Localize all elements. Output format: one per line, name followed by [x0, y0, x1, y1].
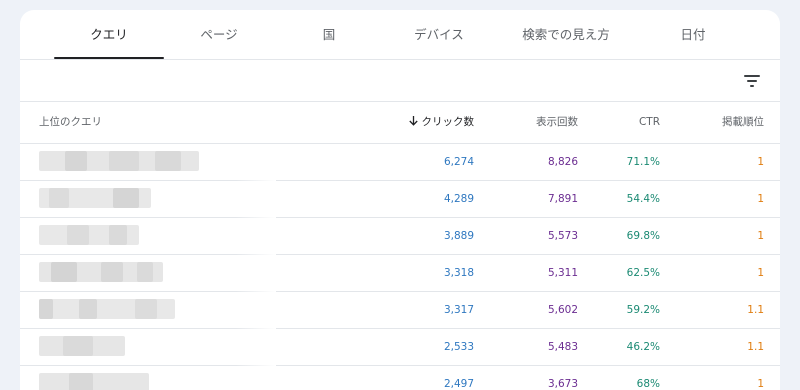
arrow-downward-icon [408, 101, 418, 143]
clicks-value: 4,289 [443, 193, 474, 205]
ctr-value: 69.8% [626, 230, 660, 242]
position-value: 1.1 [747, 341, 764, 353]
impressions-value: 3,673 [547, 378, 578, 390]
table-toolbar [20, 59, 780, 102]
column-header-impressions[interactable]: 表示回数 [490, 101, 578, 143]
position-value: 1 [757, 378, 764, 390]
tab-search-appearance[interactable]: 検索での見え方 [494, 10, 638, 59]
position-value: 1.1 [747, 304, 764, 316]
clicks-value: 3,317 [443, 304, 474, 316]
clicks-value: 2,533 [443, 341, 474, 353]
ctr-value: 71.1% [626, 156, 660, 168]
clicks-value: 6,274 [443, 156, 474, 168]
table-row[interactable]: 3,889 5,573 69.8% 1 [20, 218, 780, 255]
column-header-query[interactable]: 上位のクエリ [39, 101, 239, 143]
impressions-value: 5,483 [547, 341, 578, 353]
table-header-row: 上位のクエリ クリック数 表示回数 CTR 掲載順位 [20, 101, 780, 144]
table-row[interactable]: 3,318 5,311 62.5% 1 [20, 255, 780, 292]
impressions-value: 5,602 [547, 304, 578, 316]
impressions-value: 8,826 [547, 156, 578, 168]
ctr-value: 62.5% [626, 267, 660, 279]
table-row[interactable]: 3,317 5,602 59.2% 1.1 [20, 292, 780, 329]
impressions-value: 5,311 [547, 267, 578, 279]
table-row[interactable]: 2,533 5,483 46.2% 1.1 [20, 329, 780, 366]
column-header-ctr[interactable]: CTR [590, 101, 660, 143]
impressions-value: 5,573 [547, 230, 578, 242]
table-row[interactable]: 2,497 3,673 68% 1 [20, 366, 780, 390]
ctr-value: 54.4% [626, 193, 660, 205]
table-row[interactable]: 4,289 7,891 54.4% 1 [20, 181, 780, 218]
position-value: 1 [757, 267, 764, 279]
clicks-value: 3,889 [443, 230, 474, 242]
ctr-value: 59.2% [626, 304, 660, 316]
tab-pages[interactable]: ページ [164, 10, 274, 59]
clicks-value: 3,318 [443, 267, 474, 279]
tab-devices[interactable]: デバイス [384, 10, 494, 59]
position-value: 1 [757, 193, 764, 205]
tab-dates[interactable]: 日付 [638, 10, 748, 59]
dimension-tabs: クエリ ページ 国 デバイス 検索での見え方 日付 [20, 10, 780, 59]
tab-queries[interactable]: クエリ [54, 10, 164, 59]
ctr-value: 46.2% [626, 341, 660, 353]
tab-countries[interactable]: 国 [274, 10, 384, 59]
performance-report-card: クエリ ページ 国 デバイス 検索での見え方 日付 上位のクエリ クリック数 表… [20, 10, 780, 390]
redaction-blur-overlay [236, 180, 276, 390]
column-header-clicks-label: クリック数 [421, 116, 475, 128]
column-header-clicks[interactable]: クリック数 [350, 101, 474, 143]
clicks-value: 2,497 [443, 378, 474, 390]
position-value: 1 [757, 230, 764, 242]
position-value: 1 [757, 156, 764, 168]
ctr-value: 68% [636, 378, 660, 390]
table-row[interactable]: 6,274 8,826 71.1% 1 [20, 144, 780, 181]
filter-list-icon[interactable] [744, 73, 766, 89]
impressions-value: 7,891 [547, 193, 578, 205]
column-header-position[interactable]: 掲載順位 [670, 101, 764, 143]
